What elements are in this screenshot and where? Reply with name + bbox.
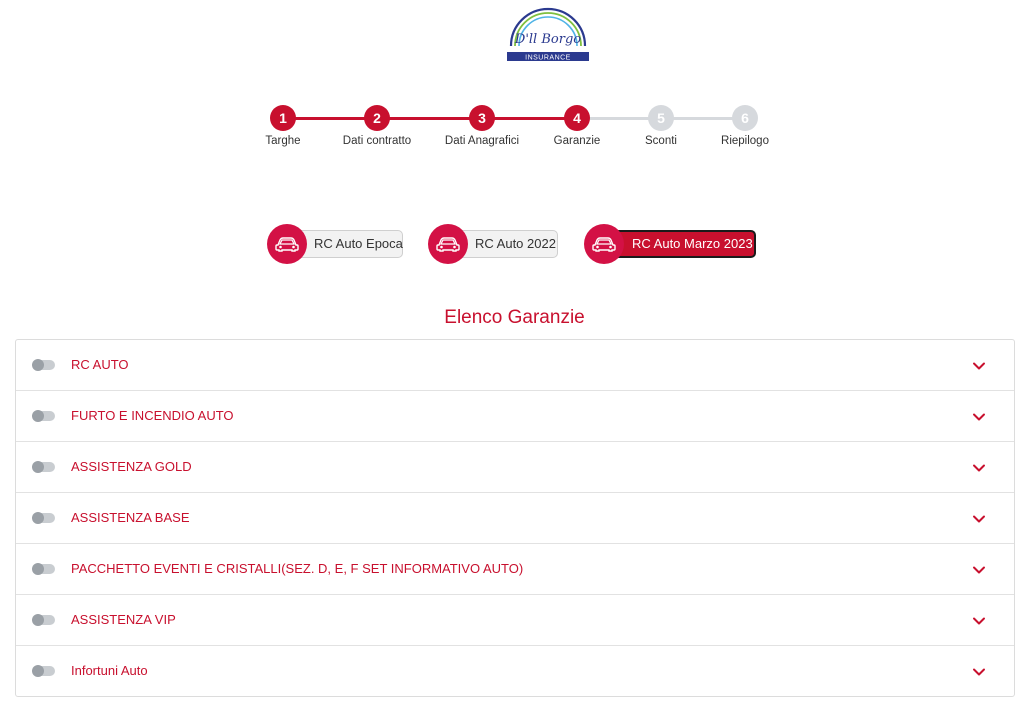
guarantee-label: Infortuni Auto (71, 663, 148, 678)
guarantee-label: RC AUTO (71, 357, 129, 372)
chevron-down-icon[interactable] (972, 359, 986, 373)
step-number: 4 (564, 105, 590, 131)
logo-banner-text: INSURANCE (525, 55, 571, 62)
guarantee-toggle[interactable] (32, 512, 55, 524)
logo-graphic: D'll Borgo INSURANCE (507, 7, 589, 62)
guarantee-row[interactable]: ASSISTENZA BASE (16, 493, 1014, 544)
product-rc-auto-marzo-2023[interactable]: RC Auto Marzo 2023 (584, 224, 756, 264)
chevron-down-icon[interactable] (972, 665, 986, 679)
chevron-down-icon[interactable] (972, 614, 986, 628)
car-icon (428, 224, 468, 264)
guarantee-label: FURTO E INCENDIO AUTO (71, 408, 234, 423)
product-rc-auto-2022[interactable]: RC Auto 2022 (428, 224, 558, 264)
guarantee-row[interactable]: PACCHETTO EVENTI E CRISTALLI(SEZ. D, E, … (16, 544, 1014, 595)
step-dati-anagrafici[interactable]: 3 Dati Anagrafici (432, 105, 532, 147)
guarantees-list: RC AUTO FURTO E INCENDIO AUTO ASSISTENZA… (15, 339, 1015, 697)
company-logo: D'll Borgo INSURANCE (505, 6, 591, 62)
step-dati-contratto[interactable]: 2 Dati contratto (327, 105, 427, 147)
car-icon (267, 224, 307, 264)
step-label: Targhe (265, 135, 301, 147)
guarantees-page: D'll Borgo INSURANCE 1 Targhe 2 Dati con… (0, 0, 1029, 709)
guarantee-toggle[interactable] (32, 665, 55, 677)
guarantee-toggle[interactable] (32, 461, 55, 473)
guarantee-row[interactable]: FURTO E INCENDIO AUTO (16, 391, 1014, 442)
product-rc-auto-epoca[interactable]: RC Auto Epoca (267, 224, 403, 264)
guarantee-toggle[interactable] (32, 359, 55, 371)
guarantee-label: ASSISTENZA GOLD (71, 459, 192, 474)
step-number: 2 (364, 105, 390, 131)
progress-stepper: 1 Targhe 2 Dati contratto 3 Dati Anagraf… (0, 105, 1029, 155)
guarantee-row[interactable]: RC AUTO (16, 340, 1014, 391)
section-title: Elenco Garanzie (444, 307, 585, 328)
guarantee-label: ASSISTENZA VIP (71, 612, 176, 627)
guarantee-row[interactable]: Infortuni Auto (16, 646, 1014, 696)
step-label: Dati Anagrafici (444, 135, 520, 147)
car-icon (584, 224, 624, 264)
logo-script-text: D'll Borgo (514, 32, 581, 47)
chevron-down-icon[interactable] (972, 512, 986, 526)
step-number: 5 (648, 105, 674, 131)
guarantee-row[interactable]: ASSISTENZA GOLD (16, 442, 1014, 493)
guarantee-toggle[interactable] (32, 563, 55, 575)
step-number: 3 (469, 105, 495, 131)
guarantee-label: PACCHETTO EVENTI E CRISTALLI(SEZ. D, E, … (71, 561, 524, 576)
step-label: Riepilogo (721, 135, 769, 147)
guarantee-toggle[interactable] (32, 614, 55, 626)
guarantee-toggle[interactable] (32, 410, 55, 422)
chevron-down-icon[interactable] (972, 563, 986, 577)
product-label: RC Auto Marzo 2023 (604, 230, 756, 258)
chevron-down-icon[interactable] (972, 461, 986, 475)
guarantee-row[interactable]: ASSISTENZA VIP (16, 595, 1014, 646)
step-targhe[interactable]: 1 Targhe (233, 105, 333, 147)
step-riepilogo[interactable]: 6 Riepilogo (695, 105, 795, 147)
guarantee-label: ASSISTENZA BASE (71, 510, 190, 525)
chevron-down-icon[interactable] (972, 410, 986, 424)
step-label: Dati contratto (342, 135, 412, 147)
step-number: 1 (270, 105, 296, 131)
step-number: 6 (732, 105, 758, 131)
